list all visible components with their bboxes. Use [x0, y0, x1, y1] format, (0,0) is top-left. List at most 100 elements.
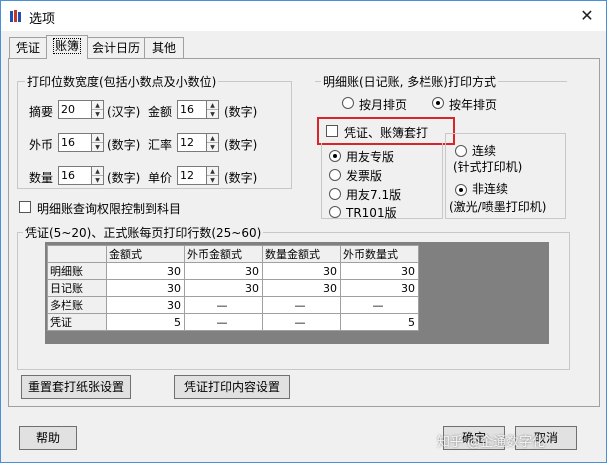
- table-cell[interactable]: 30: [106, 279, 185, 297]
- table-cell[interactable]: 30: [184, 262, 263, 280]
- youyou-71-radio[interactable]: [329, 188, 341, 200]
- invoice-label: 发票版: [346, 169, 383, 183]
- watermark-text: 知乎 @企通数字化: [437, 435, 546, 450]
- overprint-checkbox[interactable]: [326, 125, 338, 137]
- noncontinuous-radio[interactable]: [455, 184, 467, 196]
- detail-print-legend: 明细账(日记账, 多栏账)打印方式: [321, 73, 498, 90]
- table-cell[interactable]: 30: [340, 279, 419, 297]
- by-year-label: 按年排页: [449, 98, 498, 112]
- unit-price-label: 单价: [148, 171, 173, 185]
- spin-down-icon[interactable]: ▼: [207, 110, 218, 119]
- column-header: 金额式: [106, 245, 185, 263]
- noncontinuous-label: 非连续: [472, 182, 509, 196]
- amount-width-input[interactable]: 16: [177, 100, 207, 119]
- column-header: 外币数量式: [340, 245, 419, 263]
- tab-accounting-calendar[interactable]: 会计日历: [87, 37, 145, 59]
- spin-down-icon[interactable]: ▼: [207, 176, 218, 185]
- table-row: 明细账 30 30 30 30: [47, 262, 419, 280]
- help-button[interactable]: 帮助: [19, 426, 77, 450]
- spin-down-icon[interactable]: ▼: [92, 176, 103, 185]
- column-header: 外币金额式: [184, 245, 263, 263]
- corner-header: [47, 245, 107, 263]
- continuous-label: 连续: [472, 144, 497, 158]
- title-bar: 选项 ✕: [1, 1, 606, 31]
- foreign-currency-unit: (数字): [107, 138, 141, 152]
- spin-down-icon[interactable]: ▼: [92, 110, 103, 119]
- unit-price-spinner[interactable]: ▲ ▼: [207, 166, 219, 185]
- spin-up-icon[interactable]: ▲: [207, 167, 218, 176]
- table-cell: —: [262, 313, 341, 331]
- query-permission-label: 明细账查询权限控制到科目: [37, 202, 182, 216]
- exchange-rate-width-input[interactable]: 12: [177, 133, 207, 152]
- foreign-currency-label: 外币: [29, 138, 54, 152]
- tab-ledger[interactable]: 账簿: [46, 35, 88, 59]
- table-cell[interactable]: 30: [262, 262, 341, 280]
- lines-per-page-table[interactable]: 金额式 外币金额式 数量金额式 外币数量式 明细账 30 30 30 30 日记…: [47, 245, 419, 331]
- table-cell[interactable]: 30: [340, 262, 419, 280]
- foreign-currency-spinner[interactable]: ▲ ▼: [92, 133, 104, 152]
- youyou-special-radio[interactable]: [329, 150, 341, 162]
- table-cell[interactable]: 5: [106, 313, 185, 331]
- spin-up-icon[interactable]: ▲: [207, 101, 218, 110]
- reset-overprint-button[interactable]: 重置套打纸张设置: [21, 375, 131, 399]
- exchange-rate-spinner[interactable]: ▲ ▼: [207, 133, 219, 152]
- youyou-71-label: 用友7.1版: [346, 188, 402, 202]
- table-cell: —: [184, 313, 263, 331]
- exchange-rate-unit: (数字): [224, 138, 258, 152]
- tab-voucher[interactable]: 凭证: [9, 37, 47, 59]
- tab-other[interactable]: 其他: [144, 37, 184, 59]
- table-row: 日记账 30 30 30 30: [47, 279, 419, 297]
- tab-other-label: 其他: [151, 41, 176, 55]
- youyou-special-label: 用友专版: [346, 150, 395, 164]
- invoice-radio[interactable]: [329, 169, 341, 181]
- spin-up-icon[interactable]: ▲: [92, 134, 103, 143]
- query-permission-checkbox[interactable]: [19, 201, 31, 213]
- spin-up-icon[interactable]: ▲: [92, 167, 103, 176]
- row-header: 明细账: [47, 262, 107, 280]
- table-cell[interactable]: 5: [340, 313, 419, 331]
- table-cell[interactable]: 30: [262, 279, 341, 297]
- table-cell[interactable]: 30: [106, 262, 185, 280]
- column-header: 数量金额式: [262, 245, 341, 263]
- table-cell[interactable]: 30: [106, 296, 185, 314]
- quantity-spinner[interactable]: ▲ ▼: [92, 166, 104, 185]
- row-header: 多栏账: [47, 296, 107, 314]
- app-icon: [10, 10, 21, 22]
- spin-up-icon[interactable]: ▲: [207, 134, 218, 143]
- by-year-radio[interactable]: [432, 97, 444, 109]
- row-header: 凭证: [47, 313, 107, 331]
- continuous-radio[interactable]: [455, 145, 467, 157]
- amount-spinner[interactable]: ▲ ▼: [207, 100, 219, 119]
- window-title: 选项: [29, 12, 56, 27]
- voucher-print-content-button[interactable]: 凭证打印内容设置: [174, 375, 290, 399]
- lines-per-page-legend: 凭证(5~20)、正式账每页打印行数(25~60): [23, 224, 264, 241]
- amount-label: 金额: [148, 105, 173, 119]
- spin-up-icon[interactable]: ▲: [92, 101, 103, 110]
- by-month-radio[interactable]: [342, 97, 354, 109]
- summary-width-input[interactable]: 20: [58, 100, 92, 119]
- summary-label: 摘要: [29, 105, 54, 119]
- foreign-currency-width-input[interactable]: 16: [58, 133, 92, 152]
- tab-calendar-label: 会计日历: [91, 41, 140, 55]
- continuous-sub-label: (针式打印机): [453, 160, 523, 174]
- spin-down-icon[interactable]: ▼: [207, 143, 218, 152]
- close-icon[interactable]: ✕: [575, 5, 599, 27]
- quantity-width-input[interactable]: 16: [58, 166, 92, 185]
- tr101-radio[interactable]: [329, 206, 341, 218]
- exchange-rate-label: 汇率: [148, 138, 173, 152]
- table-cell: —: [262, 296, 341, 314]
- summary-spinner[interactable]: ▲ ▼: [92, 100, 104, 119]
- by-month-label: 按月排页: [359, 98, 408, 112]
- tab-voucher-label: 凭证: [15, 41, 40, 55]
- quantity-label: 数量: [29, 171, 54, 185]
- overprint-label: 凭证、账簿套打: [344, 126, 429, 140]
- spin-down-icon[interactable]: ▼: [92, 143, 103, 152]
- quantity-unit: (数字): [107, 171, 141, 185]
- unit-price-width-input[interactable]: 12: [177, 166, 207, 185]
- amount-unit: (数字): [224, 105, 258, 119]
- tr101-label: TR101版: [346, 206, 397, 220]
- options-window: 选项 ✕ 凭证 账簿 会计日历 其他 打印位数宽度(包括小数点及小数位) 摘要 …: [0, 0, 607, 463]
- table-header-row: 金额式 外币金额式 数量金额式 外币数量式: [47, 245, 419, 263]
- ledger-tab-panel: 打印位数宽度(包括小数点及小数位) 摘要 20 ▲ ▼ (汉字) 金额 16 ▲ ▼…: [8, 58, 600, 407]
- table-cell[interactable]: 30: [184, 279, 263, 297]
